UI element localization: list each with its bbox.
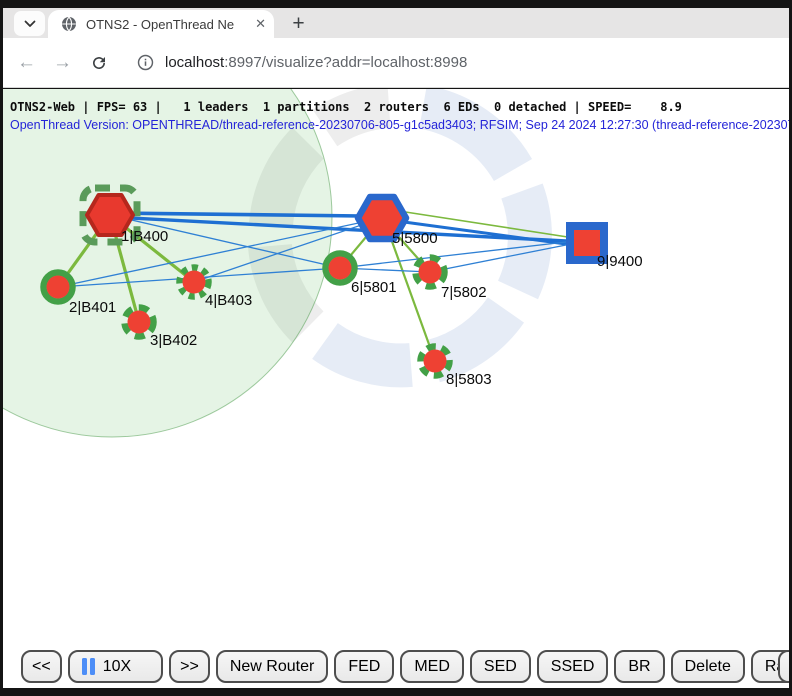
node-label: 5|5800 xyxy=(392,230,438,247)
clipped-toolbar-button[interactable] xyxy=(778,650,789,683)
node-label: 1|B400 xyxy=(121,228,168,245)
browser-window: OTNS2 - OpenThread Ne ✕ + ← → localhost:… xyxy=(0,0,792,696)
step-back-button[interactable]: << xyxy=(21,650,62,683)
new-tab-button[interactable]: + xyxy=(285,10,312,37)
fed-button[interactable]: FED xyxy=(334,650,394,683)
ssed-button[interactable]: SSED xyxy=(537,650,609,683)
node-label: 4|B403 xyxy=(205,292,252,309)
version-line: OpenThread Version: OPENTHREAD/thread-re… xyxy=(10,118,789,132)
back-button[interactable]: ← xyxy=(17,53,36,72)
new-router-button[interactable]: New Router xyxy=(216,650,328,683)
med-button[interactable]: MED xyxy=(400,650,464,683)
reload-icon xyxy=(90,54,108,72)
browser-tab[interactable]: OTNS2 - OpenThread Ne ✕ xyxy=(48,10,274,38)
navigation-bar: ← → localhost:8997/visualize?addr=localh… xyxy=(3,38,789,88)
node-label: 7|5802 xyxy=(441,284,487,301)
tab-search-button[interactable] xyxy=(14,11,45,36)
node-label: 9|9400 xyxy=(597,253,643,270)
sed-button[interactable]: SED xyxy=(470,650,531,683)
site-info-button[interactable] xyxy=(137,54,154,71)
forward-button[interactable]: → xyxy=(53,53,72,72)
reload-button[interactable] xyxy=(90,54,108,72)
otns-canvas[interactable]: 1|B400 2|B401 3|B402 4|B403 5|5800 6|580… xyxy=(3,89,789,688)
info-icon xyxy=(137,54,154,71)
speed-label: 10X xyxy=(103,658,131,676)
globe-favicon-icon xyxy=(61,16,77,32)
tab-title: OTNS2 - OpenThread Ne xyxy=(86,17,251,32)
br-button[interactable]: BR xyxy=(614,650,664,683)
node-label: 6|5801 xyxy=(351,279,397,296)
pause-icon xyxy=(82,658,95,675)
delete-button[interactable]: Delete xyxy=(671,650,745,683)
network-graph: 1|B400 2|B401 3|B402 4|B403 5|5800 6|580… xyxy=(3,89,789,688)
url-path: :8997/visualize?addr=localhost:8998 xyxy=(224,54,467,71)
tab-strip: OTNS2 - OpenThread Ne ✕ + xyxy=(3,8,789,38)
url-host: localhost xyxy=(165,54,224,71)
status-line: OTNS2-Web | FPS= 63 | 1 leaders 1 partit… xyxy=(10,100,682,114)
node-label: 3|B402 xyxy=(150,332,197,349)
address-bar[interactable]: localhost:8997/visualize?addr=localhost:… xyxy=(165,54,467,71)
radio-range-circle xyxy=(3,89,332,437)
toolbar: << 10X >> New Router FED MED SED SSED BR… xyxy=(3,650,789,683)
step-forward-button[interactable]: >> xyxy=(169,650,210,683)
node-label: 2|B401 xyxy=(69,299,116,316)
chevron-down-icon xyxy=(24,20,36,28)
speed-button[interactable]: 10X xyxy=(68,650,163,683)
node-label: 8|5803 xyxy=(446,371,492,388)
tab-close-icon[interactable]: ✕ xyxy=(255,16,266,32)
node-2-end-device[interactable] xyxy=(44,273,73,302)
node-7-end-device[interactable] xyxy=(416,258,445,287)
